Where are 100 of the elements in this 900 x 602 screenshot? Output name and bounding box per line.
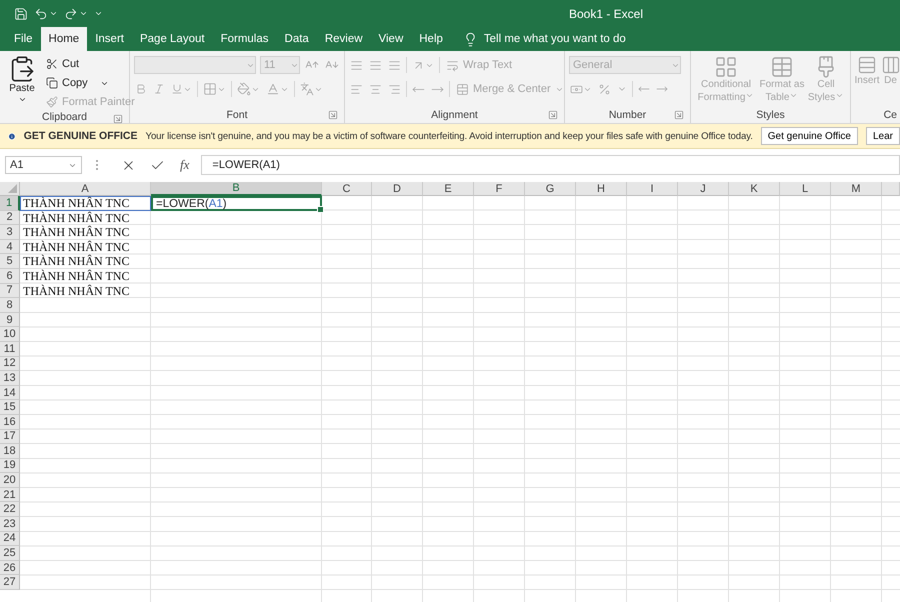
redo-button[interactable] [64,6,88,20]
column-header[interactable]: I [627,182,678,196]
column-header[interactable]: M [831,182,882,196]
column-header[interactable]: D [372,182,423,196]
dialog-launcher-icon [548,110,558,120]
merge-cells-icon [456,82,469,96]
dialog-launcher-icon [674,110,684,120]
message-button[interactable]: Get genuine Office [760,127,858,145]
row-header[interactable]: 2 [0,210,20,226]
ribbon-tab[interactable]: Data [276,27,317,51]
underline-icon [171,83,183,95]
caret-icon [18,95,26,104]
row-header[interactable]: 7 [0,284,20,298]
group-label: Font [226,109,248,121]
caret-icon [49,9,58,18]
row-header[interactable]: 8 [0,298,20,313]
row-header[interactable]: 3 [0,225,20,240]
ribbon-tab[interactable]: View [370,27,412,51]
column-header[interactable]: A [20,182,151,196]
row-header[interactable]: 24 [0,532,20,546]
align-bottom-icon [388,58,401,72]
ribbon-tab[interactable]: Help [411,27,451,51]
row-header[interactable]: 21 [0,488,20,502]
ribbon-tab[interactable]: Insert [87,27,132,51]
row-header[interactable]: 15 [0,400,20,415]
undo-button[interactable] [34,6,58,20]
columns-icon [880,55,900,75]
align-middle-icon [369,58,382,72]
ribbon-tab[interactable]: Review [316,27,371,51]
row-header[interactable]: 16 [0,414,20,430]
tell-me-field[interactable]: Tell me what you want to do [484,33,626,45]
column-header[interactable]: C [322,182,372,196]
ribbon-tab[interactable]: Formulas [212,27,277,51]
row-header[interactable]: 27 [0,575,20,590]
row-header[interactable]: 19 [0,458,20,474]
row-header[interactable]: 20 [0,473,20,488]
caret-icon [745,91,754,100]
table-cell-text: THÀNH NHÂN TNC [22,240,130,254]
row-header[interactable]: 14 [0,386,20,400]
copy-icon [46,77,58,89]
column-header[interactable]: E [423,182,474,196]
wrap-text-icon [446,58,459,72]
insert-function-button[interactable]: fx [180,157,190,173]
row-header[interactable]: 23 [0,517,20,532]
undo-icon [34,6,48,20]
row-header[interactable]: 6 [0,268,20,284]
align-center-icon [369,82,382,96]
message-button[interactable]: Lear [866,127,900,145]
formula-field[interactable]: =LOWER(A1) [201,155,900,175]
table-cell-text: THÀNH NHÂN TNC [22,225,130,240]
row-header[interactable]: 18 [0,444,20,459]
phonetic-icon [300,82,314,96]
rows-icon [857,55,877,75]
row-header[interactable]: 5 [0,254,20,269]
paintbrush-icon [46,96,58,108]
row-header[interactable]: 1 [0,196,20,211]
dialog-launcher-icon [113,114,123,123]
save-icon [14,6,28,20]
row-header[interactable]: 26 [0,560,20,576]
table-cell: THÀNH NHÂN TNC [20,196,151,211]
row-header[interactable]: 17 [0,430,20,444]
row-header[interactable]: 13 [0,371,20,386]
row-header[interactable]: 9 [0,312,20,328]
name-box[interactable]: A1 [5,156,82,174]
row-header[interactable]: 22 [0,502,20,518]
ribbon-tab[interactable]: File [6,27,41,51]
save-button[interactable] [14,6,28,20]
group-label: Styles [756,109,785,121]
align-top-icon [350,58,363,72]
table-cell-text: THÀNH NHÂN TNC [22,268,130,284]
dialog-launcher-icon [328,110,338,120]
column-header[interactable]: K [729,182,780,196]
column-header[interactable] [882,182,900,196]
row-header[interactable]: 12 [0,356,20,372]
column-header[interactable]: H [576,182,627,196]
conditional-grid-icon [714,55,738,79]
row-header[interactable]: 11 [0,342,20,357]
table-cell-text: THÀNH NHÂN TNC [22,210,130,226]
column-header[interactable]: B [151,182,322,196]
caret-icon [835,91,844,100]
percent-icon [598,82,611,96]
row-header[interactable]: 10 [0,327,20,342]
align-left-icon [350,82,363,96]
column-header[interactable]: J [678,182,729,196]
font-color-icon [266,82,280,96]
column-header[interactable]: F [474,182,525,196]
bold-icon [135,83,147,95]
row-header[interactable]: 25 [0,546,20,561]
paint-bucket-icon [237,82,251,96]
ribbon-tab[interactable]: Page Layout [132,27,213,51]
message-title: GET GENUINE OFFICE [24,130,138,142]
column-header[interactable]: L [780,182,831,196]
editing-cell[interactable]: =LOWER(A1) [151,196,322,211]
paste-button[interactable]: Paste [4,55,40,111]
row-header[interactable]: 4 [0,240,20,254]
table-cell-text: THÀNH NHÂN TNC [22,254,130,269]
customize-button[interactable] [94,9,103,18]
column-header[interactable]: G [525,182,576,196]
ribbon-tab[interactable]: Home [40,27,88,51]
copy-button[interactable]: Copy [44,74,137,92]
